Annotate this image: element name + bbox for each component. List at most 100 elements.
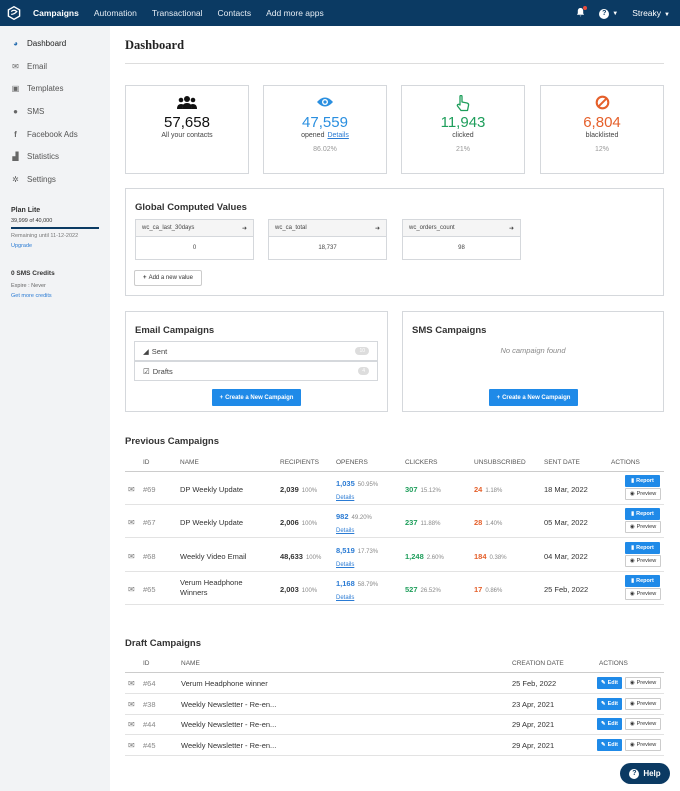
nav-add-more-apps[interactable]: Add more apps <box>266 8 324 18</box>
preview-button[interactable]: ◉ Preview <box>625 588 661 600</box>
clickers-cell: 527 26.52% <box>405 585 441 594</box>
sidebar-item-facebook-ads[interactable]: f Facebook Ads <box>0 123 110 146</box>
nav-automation[interactable]: Automation <box>94 8 137 18</box>
clickers-cell: 307 15.12% <box>405 485 441 494</box>
openers-details-link[interactable]: Details <box>336 562 354 568</box>
openers-cell: 1,035 50.95% Details <box>336 478 378 504</box>
opened-label: opened <box>301 132 325 139</box>
preview-button[interactable]: ◉ Preview <box>625 488 661 500</box>
brand-logo-icon[interactable] <box>7 6 21 20</box>
col-id: ID <box>143 459 150 466</box>
campaign-name[interactable]: DP Weekly Update <box>180 485 260 495</box>
draft-campaigns-header: ID NAME CREATION DATE ACTIONS <box>125 657 664 673</box>
draft-name[interactable]: Weekly Newsletter - Re-en... <box>181 720 276 729</box>
campaign-name[interactable]: Weekly Video Email <box>180 552 260 562</box>
openers-details-link[interactable]: Details <box>336 595 354 601</box>
sidebar-item-dashboard[interactable]: ◕ Dashboard <box>0 32 110 55</box>
envelope-icon: ✉ <box>128 585 135 594</box>
unsubscribed-count: 17 <box>474 585 483 594</box>
preview-button[interactable]: ◉ Preview <box>625 677 661 689</box>
email-sent-row[interactable]: ◢ Sent 10 <box>134 341 378 361</box>
email-drafts-row[interactable]: ☑ Drafts 4 <box>134 361 378 381</box>
preview-button[interactable]: ◉ Preview <box>625 718 661 730</box>
preview-button[interactable]: ◉ Preview <box>625 555 661 567</box>
email-drafts-label: Drafts <box>152 366 173 376</box>
unsubscribed-cell: 28 1.40% <box>474 518 502 527</box>
sidebar-item-sms[interactable]: ● SMS <box>0 100 110 123</box>
openers-details-link[interactable]: Details <box>336 528 354 534</box>
edit-label: Edit <box>607 701 618 707</box>
sms-empty-message: No campaign found <box>500 346 566 355</box>
preview-button[interactable]: ◉ Preview <box>625 739 661 751</box>
openers-count[interactable]: 1,168 <box>336 579 355 588</box>
report-button[interactable]: ▮ Report <box>625 475 660 487</box>
openers-percent: 50.95% <box>357 482 379 488</box>
nav-campaigns[interactable]: Campaigns <box>33 8 79 18</box>
preview-label: Preview <box>636 742 657 748</box>
draft-id[interactable]: #44 <box>143 720 156 729</box>
arrow-right-icon[interactable]: ➜ <box>509 225 514 232</box>
nav-transactional[interactable]: Transactional <box>152 8 203 18</box>
create-sms-campaign-button[interactable]: + Create a New Campaign <box>489 389 578 406</box>
campaign-name[interactable]: DP Weekly Update <box>180 518 260 528</box>
envelope-icon: ✉ <box>128 720 135 729</box>
openers-details-link[interactable]: Details <box>336 495 354 501</box>
user-menu[interactable]: Streaky ▼ <box>632 8 670 18</box>
notification-bell-icon[interactable] <box>576 6 588 19</box>
col-creation-date: CREATION DATE <box>512 660 564 667</box>
opened-details-link[interactable]: Details <box>327 132 348 139</box>
draft-name[interactable]: Weekly Newsletter - Re-en... <box>181 700 276 709</box>
recipients-count: 48,633 <box>280 552 303 561</box>
plus-icon: + <box>496 394 501 401</box>
sidebar-item-statistics[interactable]: ▟ Statistics <box>0 145 110 168</box>
sidebar-item-settings[interactable]: ✲ Settings <box>0 168 110 191</box>
sidebar-item-label: SMS <box>27 106 45 116</box>
create-email-campaign-button[interactable]: + Create a New Campaign <box>212 389 301 406</box>
report-label: Report <box>636 511 654 517</box>
email-drafts-count: 4 <box>358 367 369 375</box>
get-more-credits-link[interactable]: Get more credits <box>11 293 101 299</box>
campaign-id[interactable]: #69 <box>143 485 156 494</box>
campaign-id[interactable]: #68 <box>143 552 156 561</box>
sidebar-item-templates[interactable]: ▣ Templates <box>0 77 110 100</box>
gcv-value: 0 <box>192 245 197 251</box>
edit-button[interactable]: ✎ Edit <box>597 698 622 710</box>
add-new-value-button[interactable]: + Add a new value <box>134 270 202 286</box>
clicked-count: 11,943 <box>440 114 486 131</box>
edit-label: Edit <box>607 721 618 727</box>
creation-date: 29 Apr, 2021 <box>512 741 555 750</box>
table-row: ✉ #64 Verum Headphone winner 25 Feb, 2022 ✎ E… <box>125 673 664 694</box>
sidebar-item-email[interactable]: ✉ Email <box>0 55 110 78</box>
draft-name[interactable]: Weekly Newsletter - Re-en... <box>181 741 276 750</box>
upgrade-link[interactable]: Upgrade <box>11 243 99 249</box>
openers-count[interactable]: 8,519 <box>336 546 355 555</box>
help-circle-icon: ? <box>599 8 610 19</box>
edit-button[interactable]: ✎ Edit <box>597 718 622 730</box>
edit-button[interactable]: ✎ Edit <box>597 739 622 751</box>
campaign-name[interactable]: Verum Headphone Winners <box>180 578 260 598</box>
report-button[interactable]: ▮ Report <box>625 508 660 520</box>
sidebar-item-label: Facebook Ads <box>27 129 78 139</box>
arrow-right-icon[interactable]: ➜ <box>375 225 380 232</box>
help-button[interactable]: ? Help <box>620 763 670 784</box>
preview-button[interactable]: ◉ Preview <box>625 698 661 710</box>
arrow-right-icon[interactable]: ➜ <box>242 225 247 232</box>
report-button[interactable]: ▮ Report <box>625 575 660 587</box>
draft-name[interactable]: Verum Headphone winner <box>181 679 268 688</box>
draft-id[interactable]: #45 <box>143 741 156 750</box>
draft-id[interactable]: #64 <box>143 679 156 688</box>
openers-count[interactable]: 1,035 <box>336 479 355 488</box>
unsubscribed-count: 24 <box>474 485 483 494</box>
openers-cell: 1,168 58.79% Details <box>336 578 378 604</box>
help-menu[interactable]: ? ▼ <box>599 7 618 19</box>
openers-count[interactable]: 982 <box>336 512 349 521</box>
campaign-id[interactable]: #67 <box>143 518 156 527</box>
help-label: Help <box>643 769 661 778</box>
edit-button[interactable]: ✎ Edit <box>597 677 622 689</box>
campaign-id[interactable]: #65 <box>143 585 156 594</box>
preview-button[interactable]: ◉ Preview <box>625 521 661 533</box>
report-button[interactable]: ▮ Report <box>625 542 660 554</box>
nav-contacts[interactable]: Contacts <box>218 8 252 18</box>
send-icon: ◢ <box>143 346 149 356</box>
draft-id[interactable]: #38 <box>143 700 156 709</box>
